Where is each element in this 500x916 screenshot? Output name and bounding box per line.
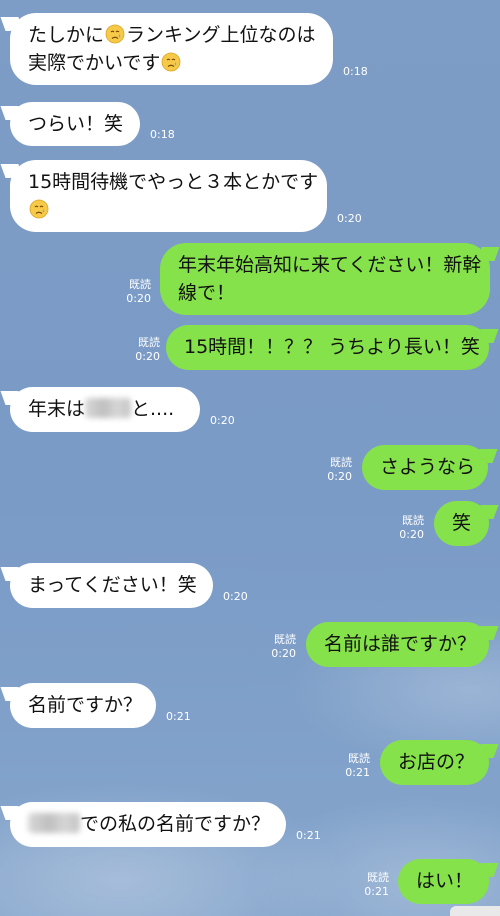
incoming-message[interactable]: たしかに ランキング上位なのは 実際でかいです [10, 13, 333, 85]
crying-face-icon [105, 24, 125, 44]
incoming-message[interactable]: 15時間待機でやっと３本とかです [10, 160, 327, 232]
message-time: 0:20 [210, 414, 235, 427]
message-text: 笑 [452, 512, 472, 534]
incoming-message[interactable]: 年末は と.... [10, 387, 200, 432]
message-text: お店の？ [398, 751, 475, 773]
outgoing-message[interactable]: 15時間！！？？ うちより長い！笑 [166, 325, 489, 370]
redacted-text [85, 398, 132, 418]
read-receipt: 既読 0:20 [135, 336, 160, 364]
message-text: 名前は誰ですか？ [324, 633, 477, 655]
read-label: 既読 [138, 336, 160, 349]
message-time: 0:20 [135, 350, 160, 363]
read-receipt: 既読 0:20 [271, 633, 296, 661]
read-receipt: 既読 0:20 [327, 456, 352, 484]
read-receipt: 既読 0:20 [399, 514, 424, 542]
message-time: 0:20 [223, 590, 248, 603]
message-text: 15時間！！？？ うちより長い！笑 [184, 336, 480, 358]
scroll-indicator [450, 906, 500, 916]
crying-face-icon [29, 199, 49, 219]
outgoing-message[interactable]: さようなら [362, 445, 488, 490]
message-text: 年末は [28, 398, 86, 420]
incoming-message[interactable]: 名前ですか？ [10, 683, 156, 728]
read-label: 既読 [367, 871, 389, 884]
outgoing-message[interactable]: 笑 [434, 501, 489, 546]
message-text: 線で！ [178, 282, 236, 304]
message-text: ランキング上位なのは [126, 24, 316, 46]
crying-face-icon [162, 52, 181, 72]
outgoing-message[interactable]: 年末年始高知に来てください！新幹 線で！ [160, 243, 490, 315]
redacted-text [28, 813, 80, 833]
read-label: 既読 [348, 752, 370, 765]
message-text: たしかに [28, 24, 105, 46]
message-time: 0:20 [271, 647, 296, 660]
incoming-message[interactable]: つらい！笑 [10, 102, 140, 146]
chat-thread: たしかに ランキング上位なのは 実際でかいです 0:18 つらい！笑 0:18 1… [0, 0, 500, 916]
message-text: 15時間待機でやっと３本とかです [28, 171, 319, 193]
message-time: 0:18 [150, 128, 175, 141]
read-receipt: 既読 0:21 [364, 871, 389, 899]
read-label: 既読 [129, 278, 151, 291]
message-text: 名前ですか？ [28, 694, 143, 716]
message-text: と.... [131, 398, 175, 420]
message-time: 0:21 [364, 885, 389, 898]
read-receipt: 既読 0:21 [345, 752, 370, 780]
message-text: はい！ [416, 870, 474, 892]
message-text: まってください！笑 [28, 574, 197, 596]
message-text: さようなら [380, 456, 476, 478]
message-text: での私の名前ですか？ [80, 813, 271, 835]
outgoing-message[interactable]: はい！ [398, 859, 489, 904]
message-text: つらい！笑 [28, 113, 124, 135]
message-time: 0:20 [399, 528, 424, 541]
read-label: 既読 [330, 456, 352, 469]
message-time: 0:21 [166, 710, 191, 723]
read-label: 既読 [274, 633, 296, 646]
message-time: 0:20 [126, 292, 151, 305]
message-text: 実際でかいです [28, 52, 161, 74]
message-time: 0:21 [345, 766, 370, 779]
read-receipt: 既読 0:20 [126, 278, 151, 306]
message-time: 0:18 [343, 65, 368, 78]
outgoing-message[interactable]: お店の？ [380, 740, 489, 785]
message-time: 0:21 [296, 829, 321, 842]
incoming-message[interactable]: まってください！笑 [10, 563, 213, 608]
outgoing-message[interactable]: 名前は誰ですか？ [306, 622, 489, 667]
incoming-message[interactable]: での私の名前ですか？ [10, 802, 286, 847]
message-time: 0:20 [337, 212, 362, 225]
message-text: 年末年始高知に来てください！新幹 [178, 254, 482, 276]
message-time: 0:20 [327, 470, 352, 483]
read-label: 既読 [402, 514, 424, 527]
